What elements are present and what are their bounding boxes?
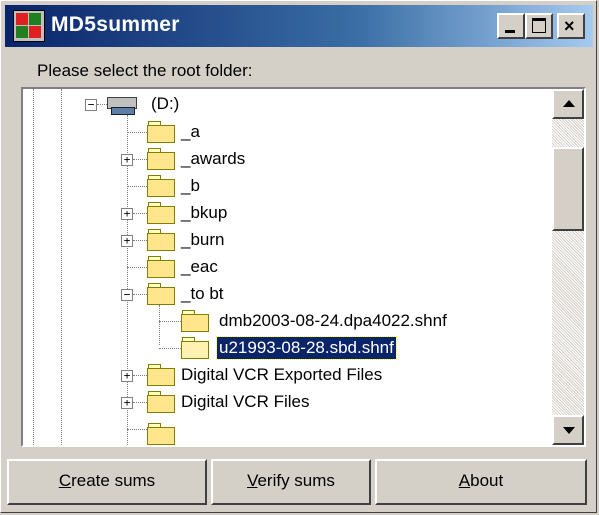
tree-guide-line <box>33 89 34 445</box>
drive-collapse-icon[interactable]: − <box>85 99 97 111</box>
vertical-scrollbar[interactable] <box>552 89 584 445</box>
folder-icon <box>147 283 175 305</box>
expand-plus-icon[interactable]: + <box>121 370 133 382</box>
verify-mnemonic: V <box>247 471 258 490</box>
title-bar[interactable]: MD5summer × <box>5 5 593 47</box>
folder-icon <box>147 121 175 143</box>
folder-icon <box>147 175 175 197</box>
scroll-down-button[interactable] <box>552 415 584 445</box>
about-button[interactable]: About <box>375 459 587 505</box>
tree-item-folder-selected[interactable]: u21993-08-28.sbd.shnf <box>216 336 397 360</box>
tree-branch-line <box>133 294 147 295</box>
verify-sums-button[interactable]: Verify sums <box>211 459 371 505</box>
tree-item-folder[interactable]: _bkup <box>179 202 229 224</box>
tree-branch-line <box>127 132 147 133</box>
tree-branch-line <box>159 348 181 349</box>
tree-branch-line <box>133 159 147 160</box>
tree-item-folder[interactable]: _eac <box>179 256 220 278</box>
drive-icon <box>107 95 137 115</box>
folder-tree[interactable]: − (D:) _a + _awards _b + _bkup + _burn _… <box>21 87 586 447</box>
tree-branch-line <box>159 321 181 322</box>
scroll-up-button[interactable] <box>552 89 584 119</box>
tree-item-folder[interactable]: _burn <box>179 229 226 251</box>
folder-icon <box>147 229 175 251</box>
expand-plus-icon[interactable]: + <box>121 154 133 166</box>
md5summer-window: MD5summer × Please select the root folde… <box>0 0 597 513</box>
tree-branch-line <box>133 375 147 376</box>
root-folder-prompt: Please select the root folder: <box>37 61 253 80</box>
about-label: bout <box>470 471 504 490</box>
create-label: reate sums <box>71 471 156 490</box>
maximize-button[interactable] <box>525 13 553 39</box>
folder-icon <box>147 202 175 224</box>
tree-guide-line <box>61 89 62 445</box>
tree-branch-line <box>127 267 147 268</box>
tree-branch-line <box>133 213 147 214</box>
expand-plus-icon[interactable]: + <box>121 235 133 247</box>
tree-branch-line <box>127 429 147 430</box>
tree-item-folder[interactable]: Digital VCR Files <box>179 391 311 413</box>
tree-item-folder[interactable]: _to bt <box>179 283 226 305</box>
tree-branch-line <box>133 402 147 403</box>
folder-tree-viewport: − (D:) _a + _awards _b + _bkup + _burn _… <box>23 89 551 445</box>
tree-item-drive-d[interactable]: (D:) <box>149 93 181 115</box>
tree-branch-line <box>127 186 147 187</box>
down-arrow-icon <box>563 427 575 434</box>
verify-label: erify sums <box>257 471 335 490</box>
minimize-button[interactable] <box>497 13 525 39</box>
tree-guide-line <box>159 305 160 345</box>
close-icon: × <box>564 16 575 36</box>
expand-plus-icon[interactable]: + <box>121 208 133 220</box>
collapse-minus-icon[interactable]: − <box>121 289 133 301</box>
tree-branch-line <box>97 104 107 105</box>
tree-item-folder[interactable]: _b <box>179 175 202 197</box>
up-arrow-icon <box>563 100 575 107</box>
folder-icon <box>147 148 175 170</box>
folder-icon <box>147 256 175 278</box>
create-sums-button[interactable]: Create sums <box>7 459 207 505</box>
folder-icon <box>147 391 175 413</box>
folder-icon <box>181 310 209 332</box>
create-mnemonic: C <box>58 471 72 490</box>
tree-item-folder[interactable]: _awards <box>179 148 247 170</box>
about-mnemonic: A <box>458 471 471 490</box>
window-title: MD5summer <box>51 13 180 36</box>
tree-item-folder[interactable]: Digital VCR Exported Files <box>179 364 384 386</box>
tree-branch-line <box>133 240 147 241</box>
folder-icon <box>147 423 175 445</box>
close-button[interactable]: × <box>557 13 585 39</box>
folder-icon <box>147 364 175 386</box>
expand-plus-icon[interactable]: + <box>121 397 133 409</box>
app-icon <box>13 10 45 42</box>
tree-item-folder[interactable]: dmb2003-08-24.dpa4022.shnf <box>217 310 449 332</box>
tree-item-folder[interactable]: _a <box>179 121 202 143</box>
scroll-thumb[interactable] <box>552 147 584 231</box>
open-folder-icon <box>181 337 209 359</box>
